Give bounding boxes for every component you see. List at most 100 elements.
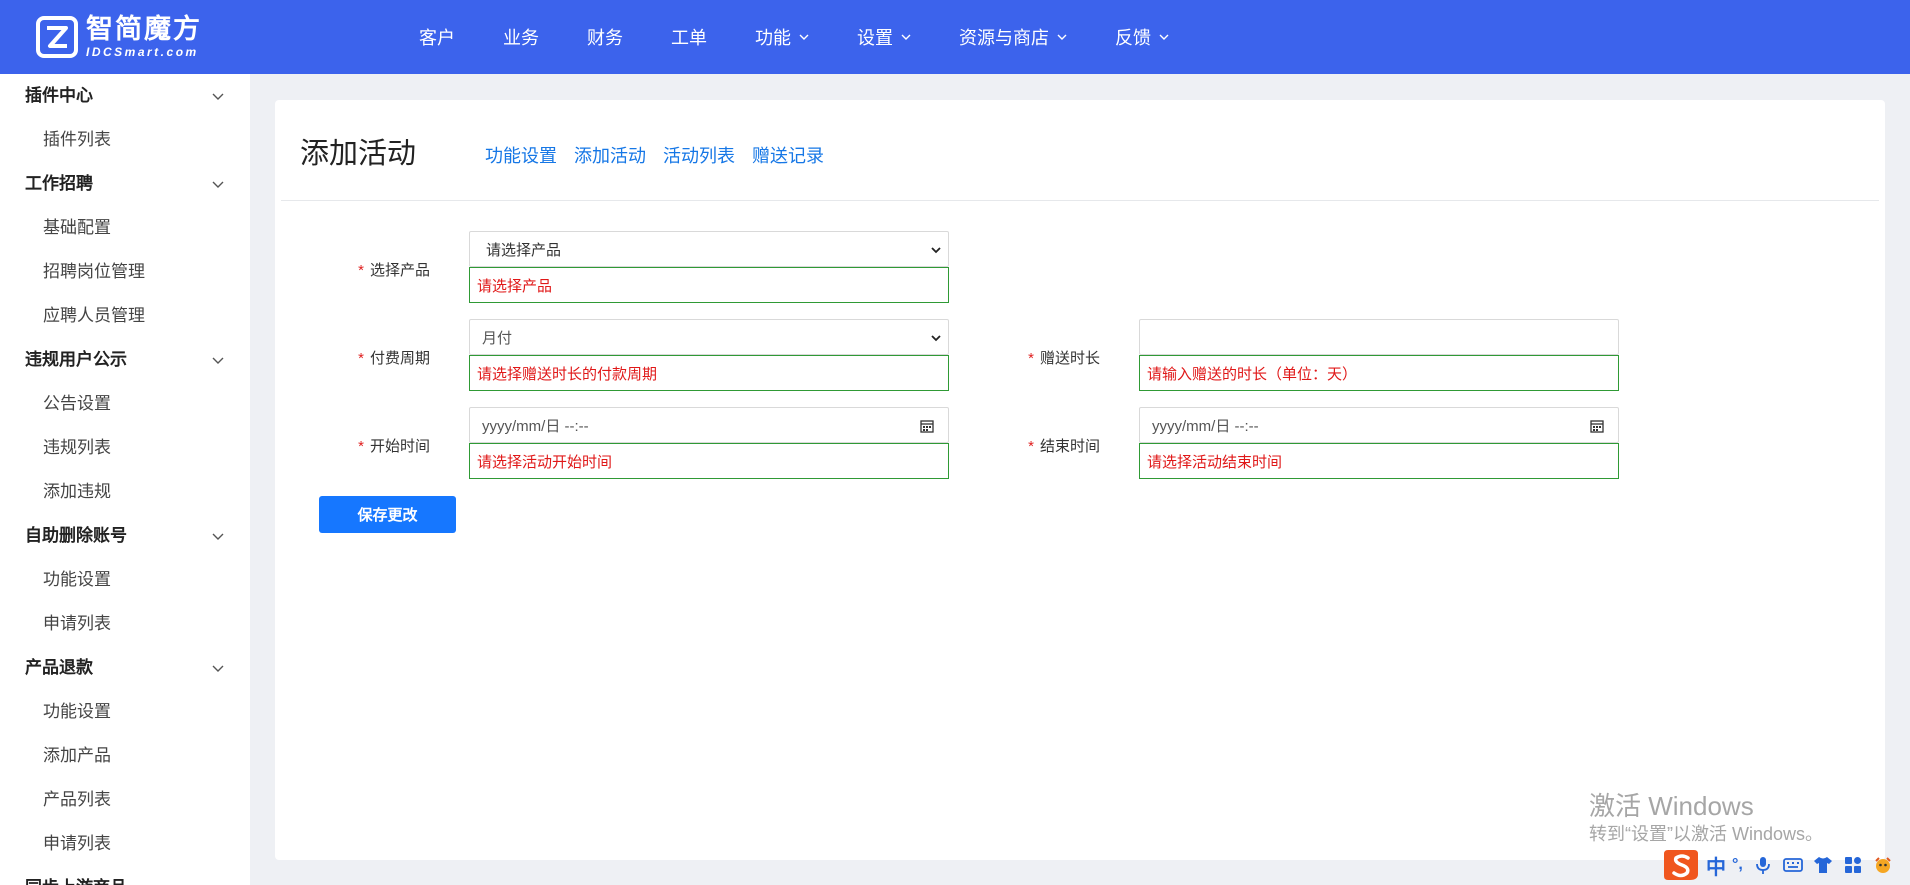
required-mark: * — [358, 350, 364, 367]
sidebar-group-label: 自助删除账号 — [25, 526, 127, 545]
sogou-ime-icon[interactable] — [1662, 848, 1700, 882]
ime-toolbar: 中 °, — [1662, 848, 1893, 882]
chevron-down-icon — [1057, 34, 1067, 40]
sidebar-item[interactable]: 申请列表 — [0, 822, 250, 866]
end-error: 请选择活动结束时间 — [1139, 443, 1619, 479]
required-mark: * — [1028, 350, 1034, 367]
sidebar-item[interactable]: 产品列表 — [0, 778, 250, 822]
nav-item-finance[interactable]: 财务 — [563, 24, 647, 50]
sidebar-item[interactable]: 添加违规 — [0, 470, 250, 514]
keyboard-icon[interactable] — [1782, 855, 1803, 875]
duration-input[interactable] — [1139, 319, 1619, 355]
chevron-down-icon — [212, 181, 224, 188]
sidebar: 插件中心插件列表工作招聘基础配置 招聘岗位管理 应聘人员管理违规用户公示公告设置 违规… — [0, 74, 250, 885]
nav-item-feedback[interactable]: 反馈 — [1091, 24, 1193, 50]
activation-watermark-text: 转到“设置”以激活 Windows。 — [1589, 824, 1824, 844]
sidebar-group-label: 产品退款 — [25, 658, 93, 677]
content-card: 添加活动 功能设置 添加活动 活动列表 赠送记录 * 选择产品 请选择产品 请选择… — [275, 100, 1885, 860]
sidebar-item[interactable]: 应聘人员管理 — [0, 294, 250, 338]
nav-item-label: 客户 — [419, 28, 455, 48]
header-divider — [281, 200, 1879, 201]
chevron-down-icon — [212, 665, 224, 672]
sidebar-group-label: 违规用户公示 — [25, 350, 127, 369]
required-mark: * — [1028, 438, 1034, 455]
sidebar-item[interactable]: 添加产品 — [0, 734, 250, 778]
nav-item-label: 工单 — [671, 28, 707, 48]
nav-item-label: 设置 — [857, 28, 893, 48]
nav-item-label: 反馈 — [1115, 28, 1151, 48]
chevron-down-icon — [212, 533, 224, 540]
sidebar-item[interactable]: 功能设置 — [0, 690, 250, 734]
sidebar-item[interactable]: 插件列表 — [0, 118, 250, 162]
sidebar-group-product-refund[interactable]: 产品退款 — [0, 646, 250, 690]
duration-label-text: 赠送时长 — [1039, 350, 1100, 367]
nav-item-business[interactable]: 业务 — [479, 24, 563, 50]
sidebar-group-plugin-center[interactable]: 插件中心 — [0, 74, 250, 118]
sidebar-group-violation-notice[interactable]: 违规用户公示 — [0, 338, 250, 382]
tab-feature-settings[interactable]: 功能设置 — [485, 142, 557, 168]
mascot-icon[interactable] — [1873, 855, 1893, 875]
sidebar-group-sync-upstream[interactable]: 同步上游商品 — [0, 866, 250, 885]
sidebar-item[interactable]: 招聘岗位管理 — [0, 250, 250, 294]
end-datetime-input[interactable]: yyyy/mm/日 --:-- — [1139, 407, 1619, 443]
sidebar-item[interactable]: 公告设置 — [0, 382, 250, 426]
product-select-value: 请选择产品 — [486, 241, 562, 259]
sidebar-item[interactable]: 申请列表 — [0, 602, 250, 646]
nav-item-features[interactable]: 功能 — [731, 24, 833, 50]
nav-item-customers[interactable]: 客户 — [395, 24, 479, 50]
end-placeholder: yyyy/mm/日 --:-- — [1152, 417, 1259, 435]
nav-item-tickets[interactable]: 工单 — [647, 24, 731, 50]
activation-watermark-title: 激活 Windows — [1589, 791, 1754, 821]
cycle-label-text: 付费周期 — [369, 350, 430, 367]
chevron-down-icon — [931, 335, 941, 342]
tab-activity-list[interactable]: 活动列表 — [663, 142, 735, 168]
end-label: * 结束时间 — [980, 435, 1100, 456]
nav-item-settings[interactable]: 设置 — [833, 24, 935, 50]
sidebar-group-self-delete-account[interactable]: 自助删除账号 — [0, 514, 250, 558]
calendar-icon[interactable] — [920, 419, 934, 433]
ime-punct[interactable]: °, — [1732, 856, 1743, 874]
microphone-icon[interactable] — [1753, 855, 1773, 875]
tab-gift-records[interactable]: 赠送记录 — [752, 142, 824, 168]
nav-item-label: 资源与商店 — [959, 28, 1049, 48]
skin-shirt-icon[interactable] — [1813, 855, 1833, 875]
cycle-label: * 付费周期 — [310, 347, 430, 368]
sidebar-group-job-recruitment[interactable]: 工作招聘 — [0, 162, 250, 206]
sidebar-item[interactable]: 基础配置 — [0, 206, 250, 250]
page-title: 添加活动 — [300, 138, 417, 170]
sidebar-item[interactable]: 功能设置 — [0, 558, 250, 602]
product-select[interactable]: 请选择产品 — [469, 231, 949, 267]
chevron-down-icon — [931, 247, 941, 254]
brand-name-en: IDCSmart.com — [86, 45, 199, 59]
start-label: * 开始时间 — [310, 435, 430, 456]
product-label-text: 选择产品 — [369, 262, 430, 279]
duration-label: * 赠送时长 — [980, 347, 1100, 368]
nav-item-label: 功能 — [755, 28, 791, 48]
end-label-text: 结束时间 — [1039, 438, 1100, 455]
cycle-select[interactable]: 月付 — [469, 319, 949, 355]
tab-add-activity[interactable]: 添加活动 — [574, 142, 646, 168]
top-navbar: 智简魔方 IDCSmart.com 客户 业务 财务 工单 功能 设置 资源与商店 反馈 — [0, 0, 1910, 74]
sidebar-group-label: 插件中心 — [25, 86, 93, 105]
chevron-down-icon — [212, 93, 224, 100]
chevron-down-icon — [799, 34, 809, 40]
sidebar-group-label: 工作招聘 — [25, 174, 93, 193]
nav-item-resources-store[interactable]: 资源与商店 — [935, 24, 1091, 50]
save-button[interactable]: 保存更改 — [319, 496, 456, 533]
ime-mode[interactable]: 中 — [1706, 851, 1726, 880]
start-placeholder: yyyy/mm/日 --:-- — [482, 417, 589, 435]
nav-item-label: 财务 — [587, 28, 623, 48]
start-error: 请选择活动开始时间 — [469, 443, 949, 479]
duration-error: 请输入赠送的时长（单位：天） — [1139, 355, 1619, 391]
chevron-down-icon — [1159, 34, 1169, 40]
page-tabs: 功能设置 添加活动 活动列表 赠送记录 — [485, 142, 841, 168]
product-label: * 选择产品 — [310, 259, 430, 280]
brand-logo[interactable]: 智简魔方 IDCSmart.com — [36, 16, 202, 58]
calendar-icon[interactable] — [1590, 419, 1604, 433]
toolbox-grid-icon[interactable] — [1843, 855, 1863, 875]
chevron-down-icon — [212, 357, 224, 364]
start-datetime-input[interactable]: yyyy/mm/日 --:-- — [469, 407, 949, 443]
sidebar-group-label: 同步上游商品 — [25, 878, 127, 885]
cycle-select-value: 月付 — [482, 329, 513, 347]
sidebar-item[interactable]: 违规列表 — [0, 426, 250, 470]
